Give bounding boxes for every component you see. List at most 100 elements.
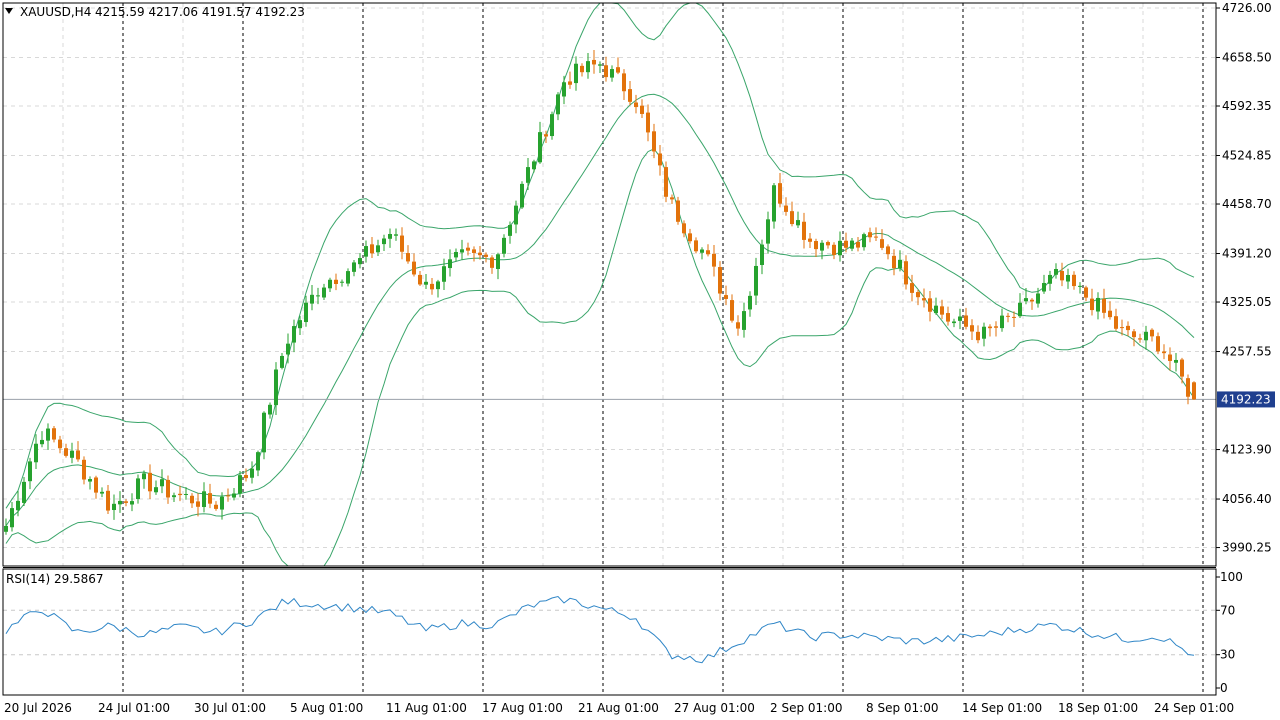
chart-window[interactable]: 4726.00 4658.50 4592.35 4524.85 4458.70 4391.…: [0, 0, 1280, 720]
candle-body: [934, 305, 938, 314]
candle-body: [1102, 298, 1106, 313]
candle-body: [634, 102, 638, 108]
rsi-tick-label: 100: [1220, 570, 1243, 584]
candle-body: [400, 235, 404, 252]
candle-body: [178, 493, 182, 496]
candle-body: [568, 81, 572, 85]
candle-body: [406, 253, 410, 262]
candle-body: [526, 167, 530, 183]
candle-body: [1162, 351, 1166, 354]
candle-body: [598, 64, 602, 66]
candle-body: [124, 501, 128, 503]
candle-body: [616, 67, 620, 73]
candle-body: [286, 343, 290, 355]
rsi-panel-frame: [2, 568, 1217, 696]
candle-body: [1168, 354, 1172, 361]
candle-body: [412, 261, 416, 275]
candle-body: [712, 253, 716, 267]
candle-body: [364, 246, 368, 257]
candle-body: [520, 183, 524, 208]
candle-body: [928, 298, 932, 312]
candle-body: [46, 428, 50, 441]
bollinger-upper-line: [5, 2, 1195, 509]
candle-body: [1186, 378, 1190, 397]
candle-body: [688, 233, 692, 242]
time-axis-label: 20 Jul 2026: [4, 701, 72, 715]
candle-body: [334, 279, 338, 284]
time-axis-label: 24 Sep 01:00: [1154, 701, 1234, 715]
candle-body: [40, 439, 44, 445]
candle-body: [496, 254, 500, 269]
candle-body: [760, 244, 764, 265]
candle-body: [472, 249, 476, 253]
candle-body: [118, 500, 122, 505]
candle-body: [886, 246, 890, 255]
candle-body: [190, 495, 194, 504]
candle-body: [898, 259, 902, 269]
candle-body: [100, 491, 104, 494]
rsi-tick-label: 0: [1220, 681, 1228, 695]
candle-body: [1078, 285, 1082, 287]
candle-body: [466, 247, 470, 251]
candle-body: [844, 240, 848, 248]
candle-body: [766, 219, 770, 244]
candle-body: [700, 249, 704, 253]
dropdown-triangle-icon[interactable]: [5, 8, 13, 14]
price-tick-label: 4325.05: [1222, 295, 1272, 309]
candle-body: [1180, 359, 1184, 377]
candle-body: [1114, 316, 1118, 329]
candle-body: [316, 295, 320, 297]
candle-body: [586, 61, 590, 73]
candle-body: [778, 183, 782, 204]
current-price-label: 4192.23: [1221, 392, 1271, 406]
chart-header: XAUUSD,H4 4215.59 4217.06 4191.57 4192.2…: [5, 5, 305, 19]
rsi-tick-label: 70: [1220, 603, 1235, 617]
candle-body: [538, 132, 542, 163]
rsi-header: RSI(14) 29.5867: [6, 572, 104, 586]
candle-body: [1018, 302, 1022, 317]
candle-body: [580, 65, 584, 73]
candle-body: [310, 294, 314, 304]
price-tick-label: 4257.55: [1222, 345, 1272, 359]
candle-body: [226, 495, 230, 497]
candle-body: [718, 267, 722, 294]
time-axis-label: 17 Aug 01:00: [482, 701, 563, 715]
price-tick-label: 4458.70: [1222, 197, 1272, 211]
candle-body: [274, 369, 278, 406]
rsi-label: RSI(14) 29.5867: [6, 572, 104, 586]
candle-body: [742, 311, 746, 330]
time-axis-label: 5 Aug 01:00: [290, 701, 363, 715]
candle-body: [172, 495, 176, 498]
candle-body: [772, 185, 776, 222]
candle-body: [454, 252, 458, 258]
candle-body: [250, 468, 254, 478]
time-axis-label: 24 Jul 01:00: [98, 701, 170, 715]
candle-body: [808, 238, 812, 242]
candle-body: [1024, 298, 1028, 302]
candle-body: [592, 59, 596, 65]
candle-body: [916, 292, 920, 298]
candle-body: [892, 255, 896, 269]
chart-canvas[interactable]: 4726.00 4658.50 4592.35 4524.85 4458.70 4391.…: [0, 0, 1280, 720]
candle-body: [922, 298, 926, 301]
candle-body: [1042, 282, 1046, 292]
candle-body: [436, 281, 440, 290]
candle-body: [730, 300, 734, 321]
candle-body: [952, 321, 956, 324]
candle-body: [1126, 325, 1130, 331]
candle-body: [988, 326, 992, 329]
candle-body: [1174, 359, 1178, 363]
candle-body: [628, 89, 632, 102]
candle-body: [442, 266, 446, 282]
candle-body: [1066, 275, 1070, 282]
candle-body: [322, 287, 326, 298]
candle-body: [1138, 338, 1142, 340]
candle-body: [532, 161, 536, 170]
candle-body: [94, 477, 98, 493]
candle-body: [352, 262, 356, 272]
candle-body: [214, 504, 218, 509]
candle-body: [22, 481, 26, 503]
candle-body: [262, 412, 266, 453]
candle-body: [424, 281, 428, 285]
candle-body: [184, 493, 188, 495]
